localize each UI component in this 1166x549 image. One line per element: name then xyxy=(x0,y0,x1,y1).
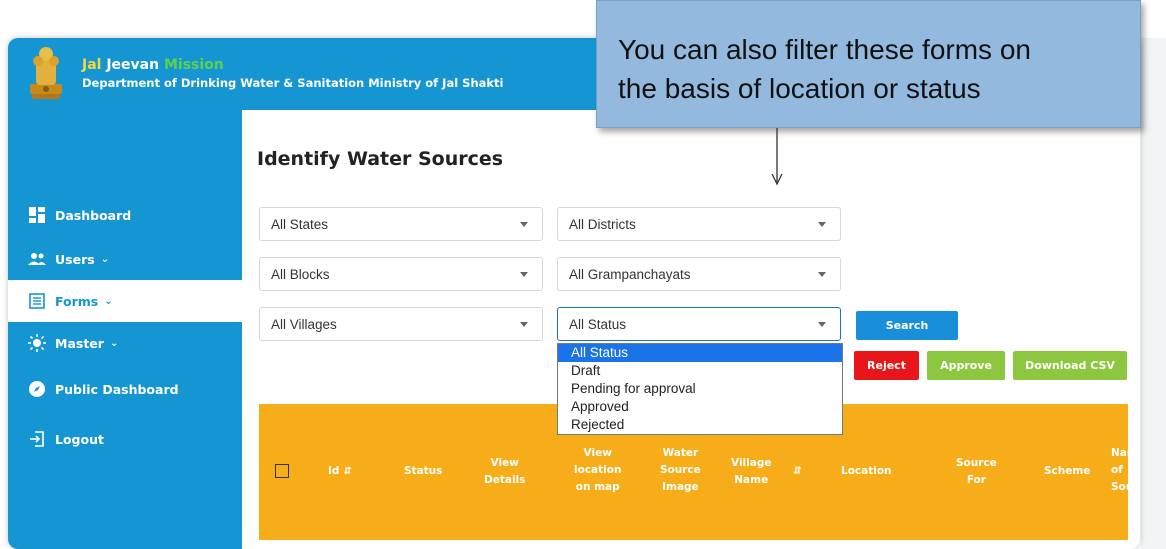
status-option-rejected[interactable]: Rejected xyxy=(558,416,842,434)
approve-button[interactable]: Approve xyxy=(927,351,1005,380)
village-select[interactable]: All Villages xyxy=(259,307,543,341)
sidebar-item-label: Logout xyxy=(55,431,104,447)
grampanchayat-select[interactable]: All Grampanchayats xyxy=(557,257,841,291)
sidebar-item-label: Public Dashboard xyxy=(55,381,179,397)
sidebar-item-public-dashboard[interactable]: Public Dashboard xyxy=(8,368,242,410)
sidebar-item-label: Dashboard xyxy=(55,207,132,223)
column-header-location[interactable]: Location xyxy=(841,463,892,480)
column-header-source-for[interactable]: Source For xyxy=(956,455,997,489)
column-header-line: Source xyxy=(956,457,997,469)
callout-line: You can also filter these forms on xyxy=(618,34,1031,65)
sort-icon[interactable]: ⇵ xyxy=(343,463,351,480)
column-header-water-source-image[interactable]: Water Source Image xyxy=(660,445,701,496)
column-header-status[interactable]: Status xyxy=(404,463,442,480)
column-header-scheme[interactable]: Scheme xyxy=(1044,463,1090,480)
sidebar-item-users[interactable]: Users ⌄ xyxy=(8,238,242,280)
caret-down-icon xyxy=(520,272,528,277)
status-select[interactable]: All Status xyxy=(557,307,841,341)
status-option-pending[interactable]: Pending for approval xyxy=(558,380,842,398)
caret-down-icon xyxy=(520,322,528,327)
column-header-line: Village xyxy=(731,457,772,469)
district-select[interactable]: All Districts xyxy=(557,207,841,241)
column-header-village-name[interactable]: Village Name xyxy=(731,455,771,489)
column-header-name-of-source[interactable]: Nar of Sou xyxy=(1111,445,1133,496)
district-select-value: All Districts xyxy=(569,216,636,232)
callout-arrow-icon xyxy=(771,128,783,186)
sidebar-item-label: Master xyxy=(55,335,104,351)
column-header-view-location[interactable]: View location on map xyxy=(574,445,621,496)
screenshot-stage: Jal Jeevan Mission Department of Drinkin… xyxy=(0,0,1166,549)
compass-icon xyxy=(28,380,46,398)
chevron-down-icon: ⌄ xyxy=(100,253,110,265)
reject-button[interactable]: Reject xyxy=(854,351,919,380)
brand-title: Jal Jeevan Mission xyxy=(82,57,224,73)
users-icon xyxy=(28,250,46,268)
column-header-view-details[interactable]: View Details xyxy=(484,455,525,489)
master-icon xyxy=(28,334,46,352)
caret-down-icon xyxy=(818,222,826,227)
status-option-approved[interactable]: Approved xyxy=(558,398,842,416)
select-all-checkbox[interactable] xyxy=(275,464,289,478)
dashboard-icon xyxy=(28,206,46,224)
state-select-value: All States xyxy=(271,216,329,232)
column-header-line: on map xyxy=(575,481,620,493)
column-header-id[interactable]: Id ⇵ xyxy=(328,463,352,480)
column-header-label: Id xyxy=(328,465,340,477)
sidebar-item-label: Forms xyxy=(55,293,99,309)
column-header-line: Image xyxy=(662,481,699,493)
national-emblem-logo xyxy=(30,47,62,99)
state-select[interactable]: All States xyxy=(259,207,543,241)
column-header-line: Source xyxy=(660,464,701,476)
column-header-line: of xyxy=(1111,464,1123,476)
callout-line: the basis of location or status xyxy=(618,73,981,104)
logout-icon xyxy=(28,430,46,448)
download-csv-button[interactable]: Download CSV xyxy=(1013,351,1127,380)
caret-down-icon xyxy=(818,322,826,327)
column-header-line: location xyxy=(574,464,622,476)
sidebar-item-dashboard[interactable]: Dashboard xyxy=(8,194,242,236)
status-option-draft[interactable]: Draft xyxy=(558,362,842,380)
sidebar-item-forms[interactable]: Forms ⌄ xyxy=(8,280,242,322)
department-subtitle: Department of Drinking Water & Sanitatio… xyxy=(82,76,504,90)
status-option-all[interactable]: All Status xyxy=(558,344,842,362)
column-header-line: Name xyxy=(734,474,769,486)
column-header-line: Sou xyxy=(1111,481,1134,493)
caret-down-icon xyxy=(520,222,528,227)
chevron-down-icon: ⌄ xyxy=(104,295,113,307)
forms-icon xyxy=(28,292,46,310)
column-header-line: For xyxy=(966,474,986,486)
block-select-value: All Blocks xyxy=(271,266,330,282)
scroll-gutter xyxy=(1141,38,1166,549)
sidebar-item-label: Users xyxy=(55,251,95,267)
column-header-line: Nar xyxy=(1111,447,1133,459)
chevron-down-icon: ⌄ xyxy=(109,337,119,349)
village-select-value: All Villages xyxy=(271,316,337,332)
search-button[interactable]: Search xyxy=(856,311,958,340)
status-dropdown-list: All Status Draft Pending for approval Ap… xyxy=(557,343,843,435)
brand-word-mission: Mission xyxy=(159,57,224,73)
brand-word-jeevan: Jeevan xyxy=(101,57,160,73)
column-header-line: View xyxy=(583,447,612,459)
status-select-value: All Status xyxy=(569,316,627,332)
sort-icon[interactable]: ⇵ xyxy=(793,463,802,480)
sidebar-item-master[interactable]: Master ⌄ xyxy=(8,322,242,364)
grampanchayat-select-value: All Grampanchayats xyxy=(569,266,691,282)
column-header-line: Water xyxy=(662,447,699,459)
column-header-line: View xyxy=(490,457,519,469)
sidebar: Dashboard Users ⌄ Forms ⌄ Master ⌄ Publi… xyxy=(8,110,242,549)
sidebar-item-logout[interactable]: Logout xyxy=(8,418,242,460)
brand-word-jal: Jal xyxy=(82,57,102,73)
page-title: Identify Water Sources xyxy=(257,148,504,170)
tutorial-callout: You can also filter these forms on the b… xyxy=(596,0,1141,128)
block-select[interactable]: All Blocks xyxy=(259,257,543,291)
column-header-line: Details xyxy=(484,474,526,486)
caret-down-icon xyxy=(818,272,826,277)
